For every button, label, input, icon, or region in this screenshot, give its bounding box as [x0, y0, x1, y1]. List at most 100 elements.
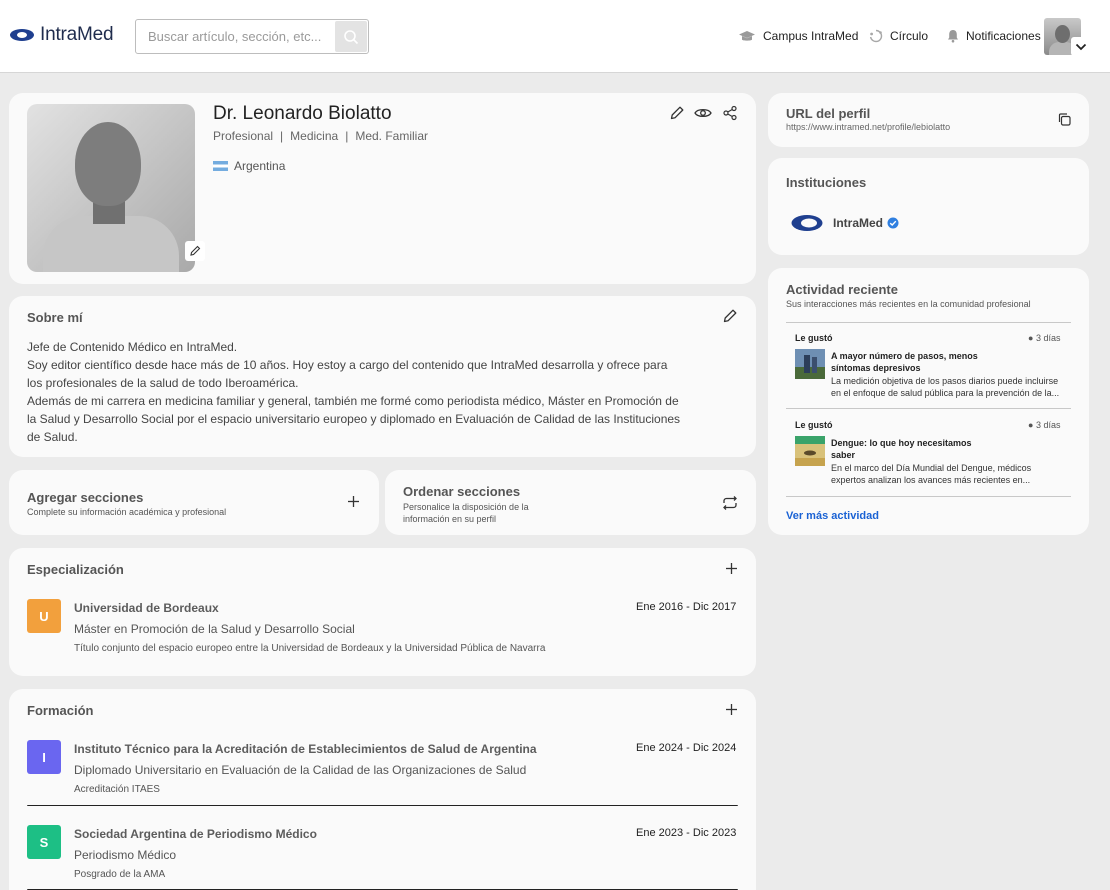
activity-divider	[786, 496, 1071, 497]
entry-dates: Ene 2016 - Dic 2017	[636, 601, 736, 613]
profile-subtitle: Profesional | Medicina | Med. Familiar	[213, 129, 428, 143]
profile-url-text[interactable]: https://www.intramed.net/profile/lebiola…	[786, 122, 950, 132]
activity-subtitle: Sus interacciones más recientes en la co…	[786, 299, 1031, 309]
add-education-button[interactable]	[723, 701, 739, 717]
graduation-cap-icon	[739, 31, 755, 41]
nav-circulo-label: Círculo	[890, 29, 929, 43]
share-profile-button[interactable]	[720, 103, 740, 123]
entry-end-date: Dic 2023	[692, 827, 737, 839]
intramed-logo[interactable]: IntraMed	[10, 24, 114, 46]
intramed-logo-icon	[791, 215, 823, 231]
chevron-down-icon	[1075, 43, 1086, 50]
add-sections-subtitle: Complete su información académica y prof…	[27, 507, 227, 517]
order-sections-card[interactable]: Ordenar secciones Personalice la disposi…	[385, 470, 756, 535]
specialization-card: Especialización U Universidad de Bordeau…	[9, 548, 756, 676]
edit-profile-button[interactable]	[667, 103, 687, 123]
activity-divider	[786, 322, 1071, 323]
activity-article-title[interactable]: A mayor número de pasos, menos síntomas …	[831, 350, 991, 374]
entry-note: Título conjunto del espacio europeo entr…	[74, 643, 546, 654]
about-line: la Salud y Desarrollo Social por el espa…	[27, 412, 681, 426]
eye-icon	[694, 108, 712, 118]
reorder-sections-button[interactable]	[721, 494, 739, 512]
profile-area: Medicina	[290, 129, 339, 143]
order-sections-subtitle: información en su perfil	[403, 514, 497, 524]
about-title: Sobre mí	[27, 310, 83, 325]
institution-badge: I	[27, 740, 61, 774]
intramed-logo-icon	[10, 29, 34, 41]
activity-divider	[786, 408, 1071, 409]
activity-article-title-line: síntomas depresivos	[831, 363, 921, 373]
edit-photo-button[interactable]	[185, 241, 205, 261]
entry-degree: Periodismo Médico	[74, 848, 177, 862]
education-title: Formación	[27, 703, 94, 718]
institution-badge: S	[27, 825, 61, 859]
nav-circulo[interactable]: Círculo	[869, 29, 928, 43]
activity-article-title-line: saber	[831, 450, 856, 460]
activity-article-desc-line: expertos analizan los avances más recien…	[831, 475, 1031, 485]
search-box	[135, 19, 369, 54]
nav-campus[interactable]: Campus IntraMed	[738, 29, 858, 43]
activity-article-desc-line: en el enfoque de salud pública para la p…	[831, 388, 1060, 398]
plus-icon	[347, 495, 359, 507]
about-line: los profesionales de la salud de todo Ib…	[27, 376, 299, 390]
account-menu-button[interactable]	[1071, 37, 1090, 56]
activity-article-title[interactable]: Dengue: lo que hoy necesitamos saber	[831, 437, 991, 461]
institutions-card: Instituciones IntraMed	[768, 158, 1089, 255]
circle-icon	[869, 29, 883, 43]
about-card: Sobre mí Jefe de Contenido Médico en Int…	[9, 296, 756, 457]
verified-badge-icon	[887, 217, 899, 229]
see-more-activity-link[interactable]: Ver más actividad	[786, 510, 879, 522]
entry-dates: Ene 2023 - Dic 2023	[636, 827, 736, 839]
about-line: Jefe de Contenido Médico en IntraMed.	[27, 340, 238, 354]
entry-degree: Diplomado Universitario en Evaluación de…	[74, 763, 527, 777]
profile-url-title: URL del perfil	[786, 106, 871, 121]
article-thumbnail[interactable]	[795, 349, 825, 379]
plus-icon	[725, 562, 737, 574]
activity-time: ● 3 días	[1028, 333, 1061, 343]
copy-url-button[interactable]	[1055, 110, 1073, 128]
entry-degree: Máster en Promoción de la Salud y Desarr…	[74, 622, 355, 636]
activity-card: Actividad reciente Sus interacciones más…	[768, 268, 1089, 535]
add-sections-title: Agregar secciones	[27, 490, 144, 505]
view-profile-button[interactable]	[693, 103, 713, 123]
search-button[interactable]	[335, 21, 367, 52]
institution-badge: U	[27, 599, 61, 633]
entry-note: Posgrado de la AMA	[74, 869, 166, 880]
institutions-title: Instituciones	[786, 175, 867, 190]
activity-article-title-line: A mayor número de pasos, menos	[831, 351, 978, 361]
search-icon	[344, 29, 359, 44]
entry-start-date: Ene 2024	[636, 742, 684, 754]
profile-photo	[27, 104, 195, 272]
edit-about-button[interactable]	[720, 306, 740, 326]
entry-end-date: Dic 2017	[692, 601, 737, 613]
nav-notificaciones[interactable]: Notificaciones	[947, 29, 1041, 43]
article-thumbnail[interactable]	[795, 436, 825, 466]
education-card: Formación I Instituto Técnico para la Ac…	[9, 689, 756, 890]
entry-start-date: Ene 2023	[636, 827, 684, 839]
date-separator: -	[686, 827, 690, 839]
activity-article-desc-line: En el marco del Día Mundial del Dengue, …	[831, 463, 1032, 473]
copy-icon	[1058, 112, 1071, 126]
profile-role: Profesional	[213, 129, 274, 143]
about-text: Jefe de Contenido Médico en IntraMed. So…	[27, 338, 697, 446]
entry-note: Acreditación ITAES	[74, 784, 160, 795]
entry-institution[interactable]: Sociedad Argentina de Periodismo Médico	[74, 827, 317, 841]
add-sections-card[interactable]: Agregar secciones Complete su informació…	[9, 470, 379, 535]
subtitle-separator: |	[280, 129, 284, 143]
entry-institution[interactable]: Instituto Técnico para la Acreditación d…	[74, 742, 537, 756]
add-section-button[interactable]	[345, 493, 361, 509]
entry-institution[interactable]: Universidad de Bordeaux	[74, 601, 219, 615]
swap-arrows-icon	[723, 496, 737, 510]
activity-article-desc-line: La medición objetiva de los pasos diario…	[831, 376, 1059, 386]
entry-end-date: Dic 2024	[692, 742, 737, 754]
pencil-icon	[670, 106, 684, 120]
subtitle-separator: |	[345, 129, 349, 143]
add-specialization-button[interactable]	[723, 560, 739, 576]
date-separator: -	[686, 742, 690, 754]
institution-item[interactable]: IntraMed	[833, 216, 899, 230]
search-input[interactable]	[136, 20, 335, 53]
activity-title: Actividad reciente	[786, 282, 898, 297]
profile-card: Dr. Leonardo Biolatto Profesional | Medici…	[9, 93, 756, 284]
order-sections-subtitle: Personalice la disposición de la	[403, 502, 529, 512]
profile-specialty: Med. Familiar	[355, 129, 429, 143]
